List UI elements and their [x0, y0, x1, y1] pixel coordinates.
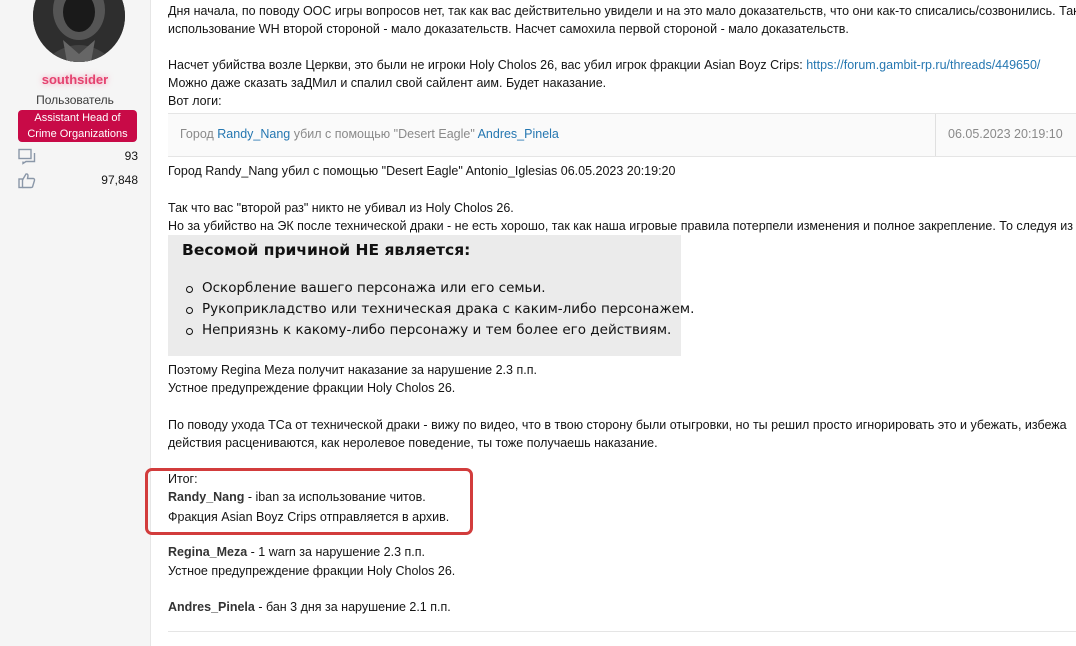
- avatar[interactable]: [33, 0, 125, 62]
- log-divider: [935, 114, 936, 156]
- author-role-badge: Assistant Head of Crime Organizations: [18, 110, 137, 142]
- rules-list-item: Неприязнь к какому-либо персонажу и тем …: [182, 322, 694, 343]
- verdict-andres-name[interactable]: Andres_Pinela: [168, 600, 255, 614]
- thumbs-up-icon: [18, 172, 36, 192]
- paragraph-church-line1: Насчет убийства возле Церкви, это были н…: [168, 58, 1040, 72]
- verdict-regina-line2: Устное предупреждение фракции Holy Cholo…: [168, 564, 456, 578]
- log-quote-box: Город Randy_Nang убил с помощью "Desert …: [168, 113, 1076, 157]
- paragraph-fight-line1: По поводу ухода ТСа от технической драки…: [168, 418, 1067, 432]
- messages-count: 93: [124, 149, 138, 163]
- paragraph-ooc-line2: использование WH второй стороной - мало …: [168, 22, 849, 36]
- log-entry-2: Город Randy_Nang убил с помощью "Desert …: [168, 164, 676, 178]
- role-badge-line2: Crime Organizations: [27, 127, 128, 140]
- rules-list-item: Оскорбление вашего персонажа или его сем…: [182, 280, 694, 301]
- paragraph-punishment-line2: Устное предупреждение фракции Holy Cholo…: [168, 381, 456, 395]
- post-author-sidebar: southsider Пользователь Assistant Head o…: [0, 0, 151, 646]
- log-date: 06.05.2023 20:19:10: [948, 127, 1063, 141]
- verdict-andres: Andres_Pinela - бан 3 дня за нарушение 2…: [168, 600, 451, 614]
- logs-label: Вот логи:: [168, 94, 222, 108]
- paragraph-second-time-line1: Так что вас "второй раз" никто не убивал…: [168, 201, 514, 215]
- log-entry: Город Randy_Nang убил с помощью "Desert …: [180, 127, 559, 141]
- rules-list: Оскорбление вашего персонажа или его сем…: [182, 280, 694, 343]
- church-text: Насчет убийства возле Церкви, это были н…: [168, 58, 807, 72]
- rules-title: Весомой причиной НЕ является:: [182, 241, 471, 259]
- rules-list-item: Рукоприкладство или техническая драка с …: [182, 301, 694, 322]
- paragraph-church-line2: Можно даже сказать заДМил и спалил свой …: [168, 76, 607, 90]
- post-divider: [168, 631, 1076, 632]
- reactions-stat: 97,848: [18, 172, 138, 190]
- verdict-regina: Regina_Meza - 1 warn за нарушение 2.3 п.…: [168, 545, 425, 559]
- log-killer-link[interactable]: Randy_Nang: [217, 127, 290, 141]
- verdict-regina-name[interactable]: Regina_Meza: [168, 545, 247, 559]
- thread-link[interactable]: https://forum.gambit-rp.ru/threads/44965…: [806, 58, 1040, 72]
- paragraph-punishment-line1: Поэтому Regina Meza получит наказание за…: [168, 363, 537, 377]
- paragraph-fight-line2: действия расцениваются, как неролевое по…: [168, 436, 658, 450]
- highlight-annotation-box: [145, 468, 473, 535]
- reactions-count: 97,848: [101, 173, 138, 187]
- role-badge-line1: Assistant Head of: [34, 112, 121, 124]
- paragraph-second-time-line2: Но за убийство на ЭК после технической д…: [168, 219, 1073, 233]
- verdict-regina-text: - 1 warn за нарушение 2.3 п.п.: [247, 545, 425, 559]
- rules-quote-box: Весомой причиной НЕ является: Оскорблени…: [168, 235, 694, 356]
- paragraph-ooc-line1: Дня начала, по поводу ООС игры вопросов …: [168, 4, 1076, 18]
- log-victim-link[interactable]: Andres_Pinela: [478, 127, 559, 141]
- verdict-andres-text: - бан 3 дня за нарушение 2.1 п.п.: [254, 600, 451, 614]
- messages-icon: [18, 148, 36, 168]
- messages-stat: 93: [18, 148, 138, 166]
- author-user-title: Пользователь: [36, 93, 114, 107]
- author-username[interactable]: southsider: [0, 72, 150, 87]
- log-middle: убил с помощью "Desert Eagle": [290, 127, 478, 141]
- log-prefix: Город: [180, 127, 218, 141]
